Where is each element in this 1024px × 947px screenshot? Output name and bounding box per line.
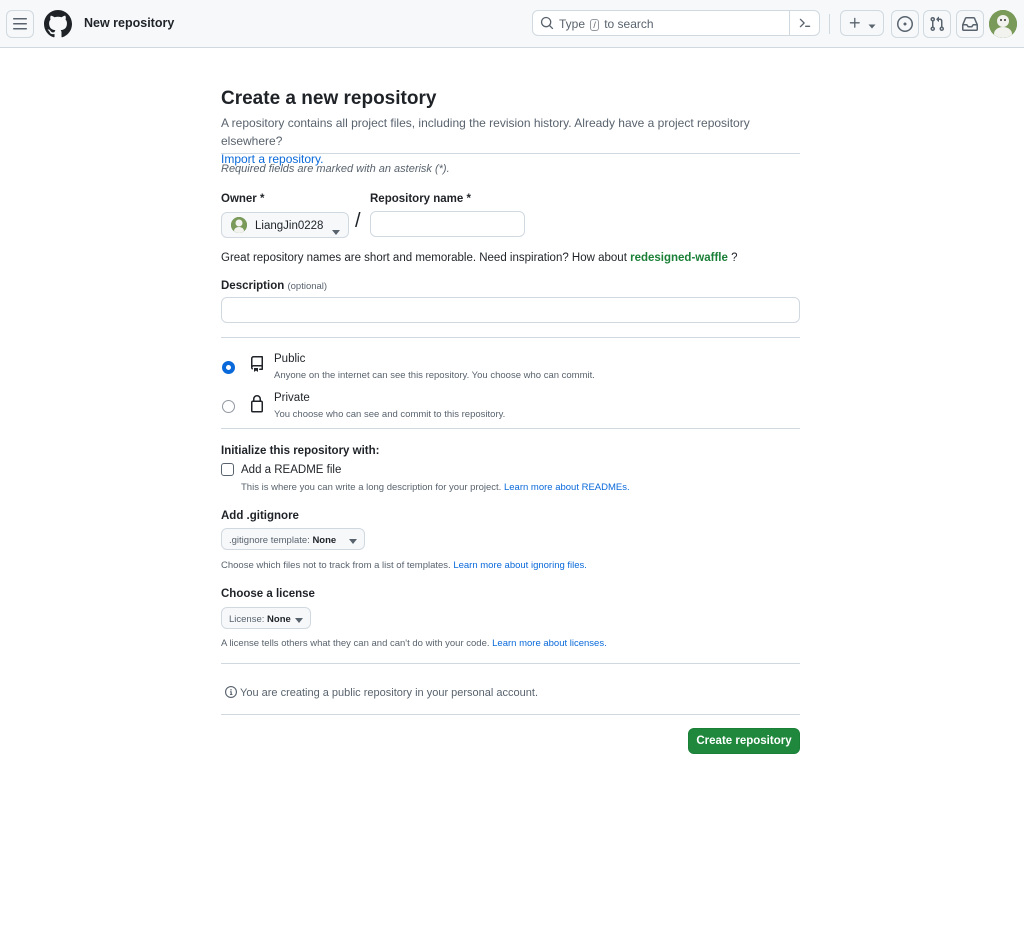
pull-requests-icon [930,16,945,32]
search-shortcut-key: / [590,19,599,31]
plus-icon [848,16,862,30]
info-icon [225,686,237,698]
owner-name-separator: / [355,210,361,232]
gitignore-learn-more-link[interactable]: Learn more about ignoring files. [453,560,587,571]
private-option-title[interactable]: Private [274,392,310,404]
chevron-down-icon [295,616,303,623]
issues-icon [897,16,913,32]
private-option-description: You choose who can see and commit to thi… [274,409,506,420]
divider [221,337,800,338]
gitignore-heading: Add .gitignore [221,510,299,522]
lock-icon [249,395,265,413]
readme-description: This is where you can write a long descr… [241,482,630,493]
license-description: A license tells others what they can and… [221,638,607,649]
app-header: New repository Type / to search [0,0,1024,48]
search-icon [540,16,554,30]
repository-name-input[interactable] [370,211,525,237]
issues-button[interactable] [891,10,919,38]
chevron-down-icon [867,18,877,29]
github-logo-icon [43,10,72,38]
public-option-description: Anyone on the internet can see this repo… [274,370,595,381]
owner-label: Owner * [221,193,265,205]
menu-icon [13,18,27,30]
license-learn-more-link[interactable]: Learn more about licenses. [492,638,607,649]
owner-dropdown[interactable]: LiangJin0228 [221,212,349,238]
repository-name-label: Repository name * [370,193,471,205]
search-placeholder: Type / to search [559,17,654,31]
divider [221,714,800,715]
public-option-title[interactable]: Public [274,353,305,365]
private-radio[interactable] [222,400,235,413]
readme-learn-more-link[interactable]: Learn more about READMEs. [504,482,630,493]
header-divider [829,14,830,34]
repo-icon [249,356,265,374]
add-readme-checkbox[interactable] [221,463,234,476]
page-subtitle: A repository contains all project files,… [221,116,750,166]
page-context-title[interactable]: New repository [84,16,174,30]
chevron-down-icon [332,223,340,235]
inbox-icon [962,17,978,31]
divider [221,428,800,429]
command-palette-icon [799,18,810,28]
menu-button[interactable] [6,10,34,38]
user-avatar[interactable] [989,10,1017,38]
chevron-down-icon [349,537,357,544]
pull-requests-button[interactable] [923,10,951,38]
initialize-heading: Initialize this repository with: [221,445,380,457]
name-suggestion-hint: Great repository names are short and mem… [221,252,738,264]
github-logo-link[interactable] [43,10,72,38]
create-repository-button[interactable]: Create repository [688,728,800,754]
divider [221,153,800,154]
suggested-name-link[interactable]: redesigned-waffle [630,252,728,264]
description-label: Description (optional) [221,280,328,292]
avatar-image [989,10,1017,38]
add-readme-label[interactable]: Add a README file [241,464,341,476]
create-new-button[interactable] [840,10,884,36]
gitignore-template-dropdown[interactable]: .gitignore template: None [221,528,365,550]
license-heading: Choose a license [221,588,315,600]
divider [221,663,800,664]
page-title: Create a new repository [221,88,437,109]
description-input[interactable] [221,297,800,323]
owner-name: LiangJin0228 [255,220,324,232]
gitignore-description: Choose which files not to track from a l… [221,560,587,571]
required-note: Required fields are marked with an aster… [221,163,450,175]
owner-avatar [231,217,247,233]
public-radio[interactable] [222,361,235,374]
license-dropdown[interactable]: License: None [221,607,311,629]
command-palette-button[interactable] [789,11,819,35]
public-repository-notice: You are creating a public repository in … [225,686,538,699]
inbox-button[interactable] [956,10,984,38]
search-input[interactable]: Type / to search [532,10,820,36]
